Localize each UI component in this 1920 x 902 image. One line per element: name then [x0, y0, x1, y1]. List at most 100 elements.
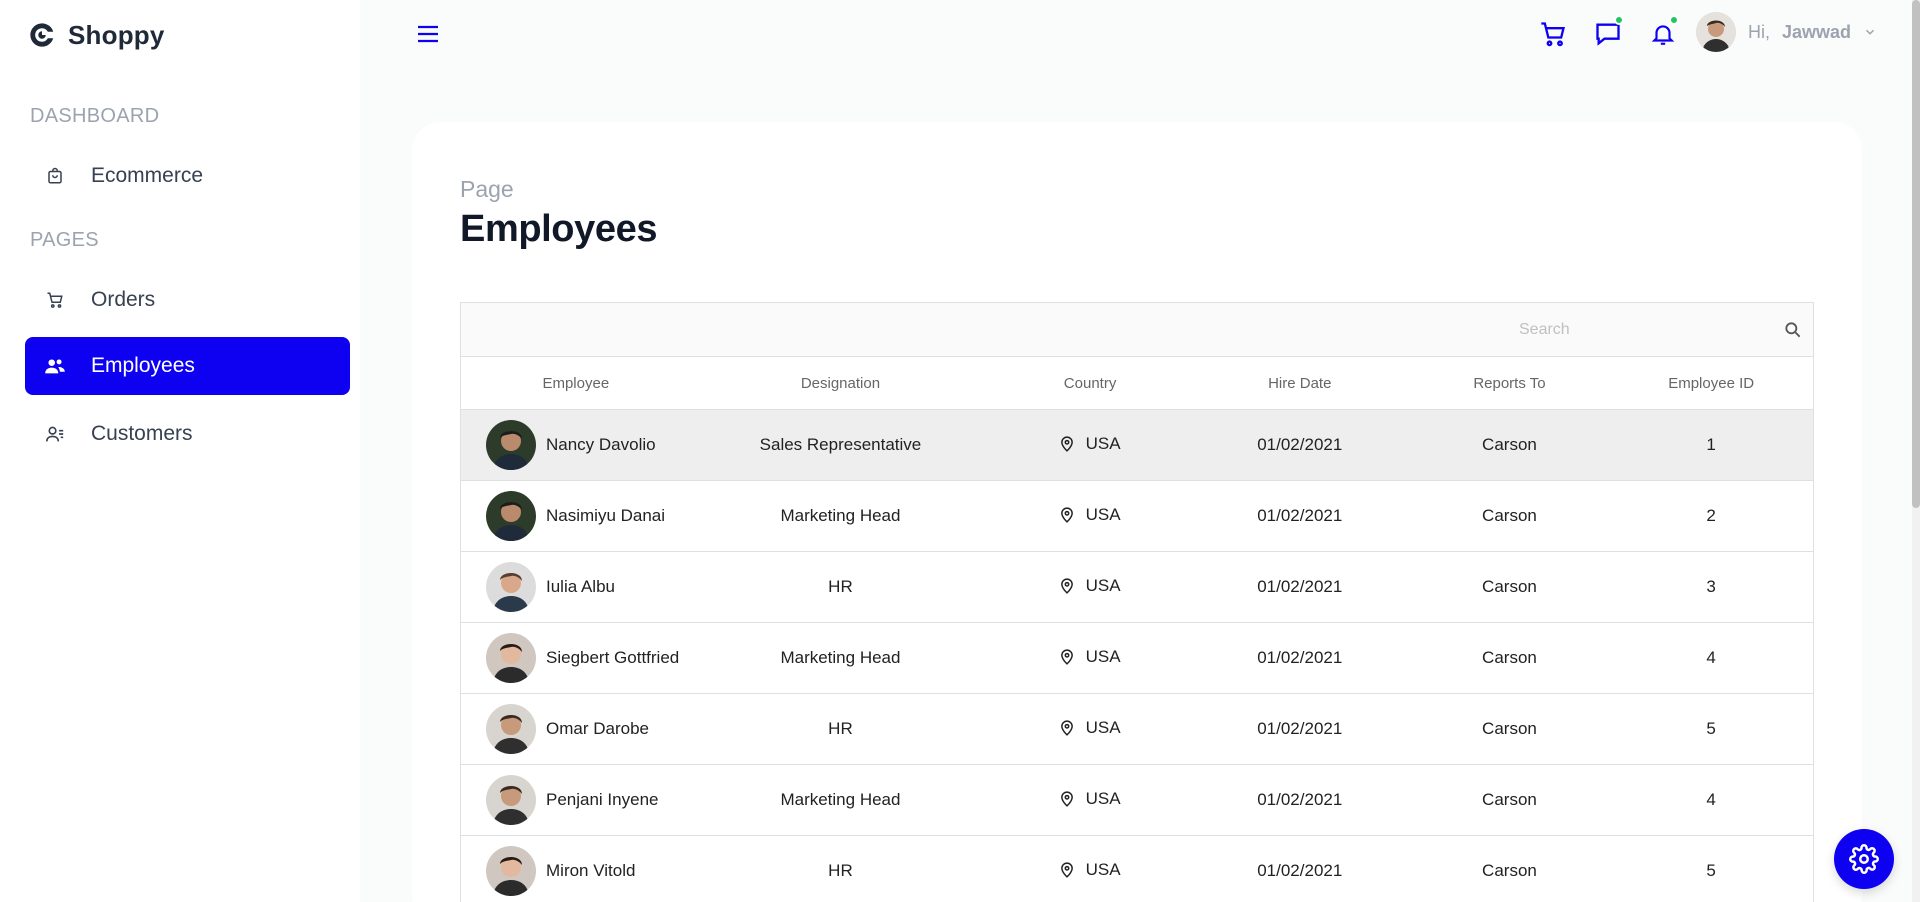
user-profile-menu[interactable]: Hi, Jawwad: [1696, 12, 1877, 52]
table-row[interactable]: Nancy Davolio Sales Representative USA 01/0…: [461, 410, 1813, 481]
country-cell: USA: [990, 789, 1190, 812]
column-header-reports-to[interactable]: Reports To: [1410, 375, 1610, 392]
employee-avatar: [486, 846, 536, 896]
brand-logo[interactable]: Shoppy: [28, 18, 165, 52]
country-cell: USA: [990, 860, 1190, 883]
location-pin-icon: [1060, 577, 1073, 594]
location-pin-icon: [1060, 648, 1073, 665]
employee-cell: Penjani Inyene: [461, 775, 691, 825]
employee-name: Siegbert Gottfried: [546, 648, 680, 667]
page-category: Page: [460, 176, 514, 202]
designation-cell: HR: [828, 577, 853, 596]
notifications-button[interactable]: [1645, 15, 1681, 52]
sidebar-item-employees[interactable]: Employees: [25, 337, 350, 395]
page-scrollbar[interactable]: [1912, 0, 1920, 902]
settings-button[interactable]: [1834, 829, 1894, 889]
employee-id-cell: 1: [1706, 435, 1716, 454]
employee-avatar: [486, 633, 536, 683]
country-cell: USA: [990, 576, 1190, 599]
search-box[interactable]: [1513, 313, 1803, 347]
employee-avatar: [486, 562, 536, 612]
page-title: Employees: [460, 208, 658, 250]
reports-to-cell: Carson: [1482, 719, 1537, 738]
employees-icon: [45, 356, 65, 376]
country-text: USA: [1085, 433, 1121, 453]
employee-cell: Miron Vitold: [461, 846, 691, 896]
employee-name: Omar Darobe: [546, 719, 649, 738]
table-row[interactable]: Omar Darobe HR USA 01/02/2021 Carson 5: [461, 694, 1813, 765]
search-input[interactable]: [1513, 321, 1753, 339]
reports-to-cell: Carson: [1482, 435, 1537, 454]
scrollbar-thumb[interactable]: [1912, 0, 1920, 508]
table-row[interactable]: Nasimiyu Danai Marketing Head USA 01/02/202…: [461, 481, 1813, 552]
country-text: USA: [1085, 717, 1121, 737]
employee-cell: Nancy Davolio: [461, 420, 691, 470]
shopping-bag-icon: [45, 166, 65, 186]
grid-toolbar: [461, 303, 1813, 357]
column-header-designation[interactable]: Designation: [691, 375, 991, 392]
brand-name: Shoppy: [68, 19, 165, 50]
employee-name: Penjani Inyene: [546, 790, 659, 809]
hire-date-cell: 01/02/2021: [1257, 648, 1343, 667]
location-pin-icon: [1060, 435, 1073, 452]
search-icon[interactable]: [1783, 320, 1803, 340]
customers-icon: [45, 424, 65, 444]
employee-avatar: [486, 491, 536, 541]
reports-to-cell: Carson: [1482, 577, 1537, 596]
greeting-text: Hi,: [1748, 21, 1770, 42]
table-row[interactable]: Miron Vitold HR USA 01/02/2021 Carson 5: [461, 836, 1813, 902]
employee-avatar: [486, 775, 536, 825]
employees-grid: Employee Designation Country Hire Date R…: [460, 302, 1814, 902]
column-header-country[interactable]: Country: [990, 375, 1190, 392]
location-pin-icon: [1060, 719, 1073, 736]
country-cell: USA: [990, 718, 1190, 741]
sidebar-item-orders[interactable]: Orders: [25, 271, 350, 329]
employee-id-cell: 4: [1706, 648, 1716, 667]
cart-button[interactable]: [1535, 16, 1571, 52]
column-header-employee-id[interactable]: Employee ID: [1609, 375, 1813, 392]
country-text: USA: [1085, 575, 1121, 595]
location-pin-icon: [1060, 790, 1073, 807]
sidebar-item-ecommerce[interactable]: Ecommerce: [25, 147, 350, 205]
country-text: USA: [1085, 504, 1121, 524]
employee-id-cell: 3: [1706, 577, 1716, 596]
sidebar-item-customers[interactable]: Customers: [25, 405, 350, 463]
hire-date-cell: 01/02/2021: [1257, 435, 1343, 454]
designation-cell: Marketing Head: [780, 506, 901, 525]
designation-cell: Marketing Head: [780, 648, 901, 667]
hire-date-cell: 01/02/2021: [1257, 790, 1343, 809]
table-row[interactable]: Siegbert Gottfried Marketing Head USA 01/02…: [461, 623, 1813, 694]
table-row[interactable]: Iulia Albu HR USA 01/02/2021 Carson 3: [461, 552, 1813, 623]
employee-name: Miron Vitold: [546, 861, 636, 880]
country-cell: USA: [990, 434, 1190, 457]
column-header-employee[interactable]: Employee: [461, 375, 691, 392]
country-cell: USA: [990, 505, 1190, 528]
designation-cell: Marketing Head: [780, 790, 901, 809]
menu-toggle-button[interactable]: [415, 22, 441, 46]
location-pin-icon: [1060, 506, 1073, 523]
shoppy-logo-icon: [30, 23, 54, 47]
employee-name: Iulia Albu: [546, 577, 615, 596]
employee-id-cell: 2: [1706, 506, 1716, 525]
reports-to-cell: Carson: [1482, 506, 1537, 525]
table-row[interactable]: Penjani Inyene Marketing Head USA 01/02/202…: [461, 765, 1813, 836]
employee-id-cell: 4: [1706, 790, 1716, 809]
avatar: [1696, 12, 1736, 52]
employee-avatar: [486, 420, 536, 470]
column-header-hire-date[interactable]: Hire Date: [1190, 375, 1410, 392]
employee-cell: Iulia Albu: [461, 562, 691, 612]
hire-date-cell: 01/02/2021: [1257, 719, 1343, 738]
employee-id-cell: 5: [1706, 861, 1716, 880]
section-title-dashboard: DASHBOARD: [30, 105, 160, 127]
gear-icon: [1849, 844, 1879, 874]
reports-to-cell: Carson: [1482, 648, 1537, 667]
sidebar-item-label: Ecommerce: [91, 164, 204, 187]
sidebar-item-label: Employees: [91, 354, 195, 377]
chat-button[interactable]: [1590, 15, 1626, 52]
chat-notification-dot: [1614, 15, 1624, 25]
cart-icon: [45, 290, 65, 310]
hire-date-cell: 01/02/2021: [1257, 506, 1343, 525]
notification-dot: [1669, 15, 1679, 25]
section-title-pages: PAGES: [30, 229, 99, 251]
chevron-down-icon: [1866, 29, 1875, 35]
